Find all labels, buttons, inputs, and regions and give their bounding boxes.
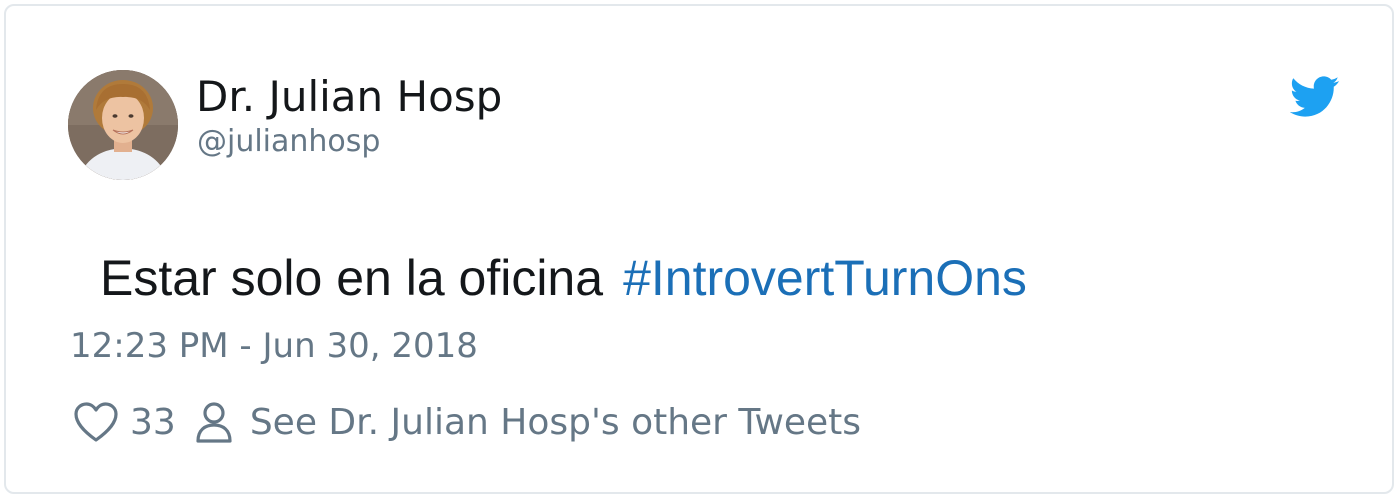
tweet-timestamp[interactable]: 12:23 PM - Jun 30, 2018 [70, 324, 478, 368]
person-icon [196, 402, 232, 443]
heart-icon[interactable] [72, 400, 120, 444]
tweet-body-text: Estar solo en la oficina [100, 250, 604, 306]
tweet-text: Estar solo en la oficina #IntrovertTurnOn… [100, 246, 1027, 310]
avatar-photo-icon [68, 70, 178, 180]
twitter-bird-icon[interactable] [1290, 76, 1340, 118]
author-handle[interactable]: @julianhosp [197, 124, 380, 160]
see-other-tweets-link[interactable]: See Dr. Julian Hosp's other Tweets [250, 402, 861, 443]
author-avatar[interactable] [68, 70, 178, 180]
author-display-name[interactable]: Dr. Julian Hosp [196, 72, 502, 122]
tweet-card: Dr. Julian Hosp @julianhosp Estar solo e… [4, 4, 1394, 494]
hashtag-link[interactable]: #IntrovertTurnOns [623, 250, 1027, 306]
tweet-actions: 33 See Dr. Julian Hosp's other Tweets [72, 396, 861, 448]
like-count[interactable]: 33 [130, 402, 176, 443]
